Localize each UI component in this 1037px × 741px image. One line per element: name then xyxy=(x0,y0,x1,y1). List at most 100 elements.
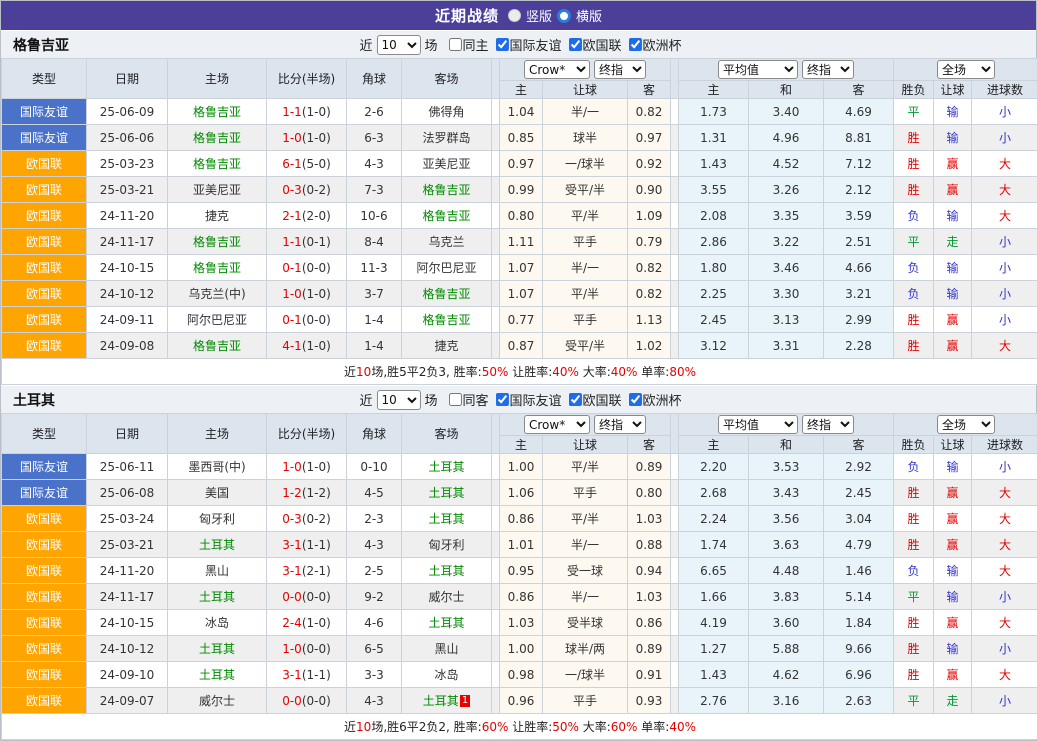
col-date: 日期 xyxy=(87,59,168,99)
summary-text: 近10场,胜5平2负3, 胜率:50% 让胜率:40% 大率:40% 单率:80… xyxy=(2,359,1037,385)
competition-badge: 欧国联 xyxy=(2,662,87,688)
asian-handicap: 球半 xyxy=(543,125,628,151)
same-away-filter[interactable]: 同客 xyxy=(448,390,488,409)
euro-final-select[interactable]: 终指 xyxy=(802,60,854,79)
rounds-select[interactable]: 10 xyxy=(376,35,420,55)
spacer xyxy=(671,610,679,636)
match-date: 25-06-09 xyxy=(87,99,168,125)
euro-cup-filter[interactable]: 欧洲杯 xyxy=(629,35,682,54)
corner-count: 4-3 xyxy=(347,151,402,177)
horizontal-layout-radio[interactable] xyxy=(557,9,571,23)
nations-league-filter[interactable]: 欧国联 xyxy=(569,35,622,54)
asian-home-odds: 1.01 xyxy=(500,532,543,558)
spacer xyxy=(671,414,679,454)
result-outcome: 负 xyxy=(894,281,934,307)
home-team: 威尔士 xyxy=(168,688,267,714)
spacer xyxy=(671,506,679,532)
asian-handicap: 半/一 xyxy=(543,584,628,610)
competition-badge: 欧国联 xyxy=(2,203,87,229)
sub-col-6: 胜负 xyxy=(894,436,934,454)
fulltime-score: 4-1 xyxy=(282,339,302,353)
competition-badge: 欧国联 xyxy=(2,610,87,636)
fulltime-score: 0-1 xyxy=(282,313,302,327)
bookmaker-select[interactable]: Crow* xyxy=(524,415,590,434)
bookmaker-select[interactable]: Crow* xyxy=(524,60,590,79)
halftime-score: (5-0) xyxy=(302,157,331,171)
euro-cup-filter[interactable]: 欧洲杯 xyxy=(629,390,682,409)
spacer xyxy=(492,480,500,506)
competition-badge: 欧国联 xyxy=(2,636,87,662)
euro-final-select[interactable]: 终指 xyxy=(802,415,854,434)
team-section-1: 土耳其近10场同客国际友谊欧国联欧洲杯类型日期主场比分(半场)角球客场Crow*… xyxy=(1,385,1036,740)
vertical-layout-radio[interactable] xyxy=(508,9,521,22)
corner-count: 8-4 xyxy=(347,229,402,255)
asian-away-odds: 0.89 xyxy=(628,636,671,662)
match-date: 24-10-12 xyxy=(87,636,168,662)
asian-handicap: 平手 xyxy=(543,307,628,333)
stats-table: 类型日期主场比分(半场)角球客场Crow*终指平均值终指全场主让球客主和客胜负让… xyxy=(1,413,1037,740)
col-away: 客场 xyxy=(402,414,492,454)
average-select[interactable]: 平均值 xyxy=(718,60,798,79)
same-home-filter[interactable]: 同主 xyxy=(448,35,488,54)
result-outcome: 平 xyxy=(894,584,934,610)
away-team: 土耳其 xyxy=(402,610,492,636)
match-row: 欧国联25-03-23格鲁吉亚6-1(5-0)4-3亚美尼亚0.97一/球半0.… xyxy=(2,151,1037,177)
asian-home-odds: 0.95 xyxy=(500,558,543,584)
euro-away-odds: 1.84 xyxy=(824,610,894,636)
euro-draw-odds: 5.88 xyxy=(749,636,824,662)
result-outcome: 胜 xyxy=(894,480,934,506)
nations-league-filter-checkbox[interactable] xyxy=(569,38,582,51)
corner-count: 1-4 xyxy=(347,307,402,333)
average-select[interactable]: 平均值 xyxy=(718,415,798,434)
asian-odds-group: Crow*终指 xyxy=(500,414,671,436)
result-outcome: 平 xyxy=(894,229,934,255)
halftime-score: (0-2) xyxy=(302,512,331,526)
friendly-filter-checkbox[interactable] xyxy=(496,38,509,51)
euro-cup-filter-checkbox[interactable] xyxy=(629,393,642,406)
horizontal-layout-label[interactable]: 横版 xyxy=(576,6,602,25)
spacer xyxy=(492,584,500,610)
nations-league-filter[interactable]: 欧国联 xyxy=(569,390,622,409)
near-label: 近 xyxy=(359,35,372,54)
asian-handicap: 半/一 xyxy=(543,99,628,125)
rounds-select[interactable]: 10 xyxy=(376,390,420,410)
sub-col-7: 让球 xyxy=(934,81,972,99)
match-row: 欧国联24-11-20捷克2-1(2-0)10-6格鲁吉亚0.80平/半1.09… xyxy=(2,203,1037,229)
fulltime-score: 0-1 xyxy=(282,261,302,275)
result-outcome: 胜 xyxy=(894,333,934,359)
scope-select[interactable]: 全场 xyxy=(937,415,995,434)
sub-col-1: 让球 xyxy=(543,436,628,454)
euro-cup-filter-checkbox[interactable] xyxy=(629,38,642,51)
sub-col-4: 和 xyxy=(749,436,824,454)
euro-home-odds: 1.43 xyxy=(679,662,749,688)
goals-outcome: 小 xyxy=(972,125,1037,151)
same-away-filter-checkbox[interactable] xyxy=(448,393,461,406)
home-team: 格鲁吉亚 xyxy=(168,255,267,281)
match-row: 欧国联24-09-08格鲁吉亚4-1(1-0)1-4捷克0.87受平/半1.02… xyxy=(2,333,1037,359)
same-home-filter-checkbox[interactable] xyxy=(448,38,461,51)
sub-col-8: 进球数 xyxy=(972,81,1037,99)
asian-final-select[interactable]: 终指 xyxy=(594,415,646,434)
away-team: 格鲁吉亚 xyxy=(402,281,492,307)
friendly-filter[interactable]: 国际友谊 xyxy=(496,35,562,54)
friendly-filter[interactable]: 国际友谊 xyxy=(496,390,562,409)
sub-col-3: 主 xyxy=(679,81,749,99)
nations-league-filter-checkbox[interactable] xyxy=(569,393,582,406)
fulltime-score: 3-1 xyxy=(282,564,302,578)
friendly-filter-checkbox[interactable] xyxy=(496,393,509,406)
goals-outcome: 大 xyxy=(972,558,1037,584)
goals-outcome: 小 xyxy=(972,99,1037,125)
vertical-layout-label[interactable]: 竖版 xyxy=(526,6,552,25)
halftime-score: (1-0) xyxy=(302,339,331,353)
handicap-outcome: 赢 xyxy=(934,532,972,558)
asian-final-select[interactable]: 终指 xyxy=(594,60,646,79)
spacer xyxy=(492,636,500,662)
spacer xyxy=(671,255,679,281)
euro-home-odds: 3.55 xyxy=(679,177,749,203)
asian-away-odds: 0.86 xyxy=(628,610,671,636)
asian-home-odds: 1.00 xyxy=(500,636,543,662)
match-row: 欧国联24-11-17土耳其0-0(0-0)9-2威尔士0.86半/一1.031… xyxy=(2,584,1037,610)
handicap-outcome: 赢 xyxy=(934,177,972,203)
euro-draw-odds: 3.53 xyxy=(749,454,824,480)
scope-select[interactable]: 全场 xyxy=(937,60,995,79)
